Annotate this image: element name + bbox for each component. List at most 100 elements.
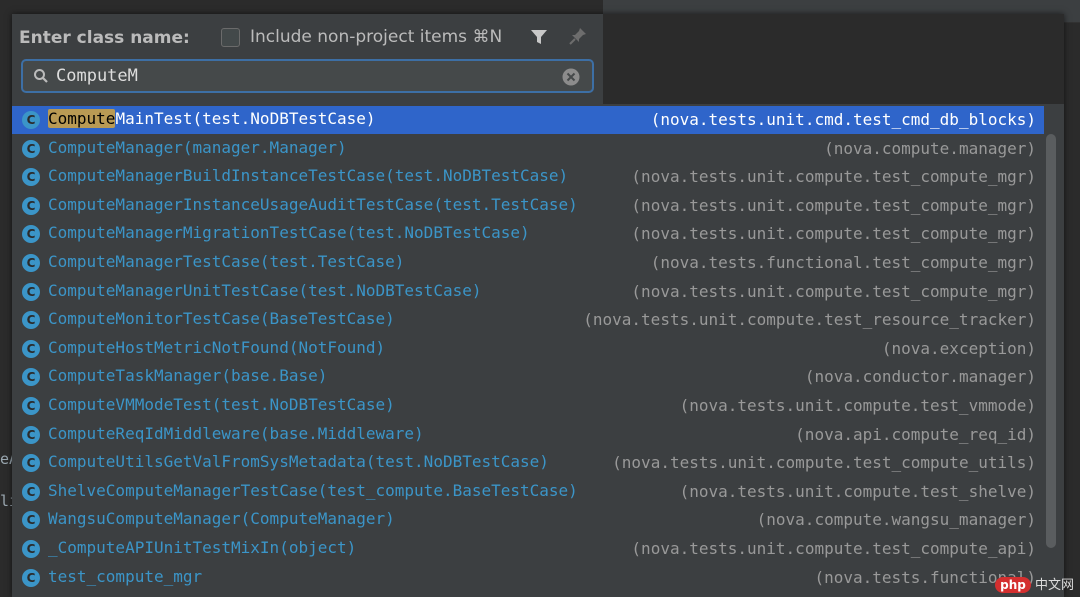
- result-location: (nova.tests.unit.compute.test_compute_mg…: [631, 281, 1036, 301]
- class-icon: C: [22, 482, 40, 501]
- class-icon-letter: C: [26, 284, 36, 299]
- result-row[interactable]: C ComputeHostMetricNotFound(NotFound) (nov…: [12, 335, 1044, 363]
- result-location: (nova.tests.unit.cmd.test_cmd_db_blocks): [650, 110, 1036, 129]
- result-row[interactable]: C ComputeReqIdMiddleware(base.Middleware)…: [12, 421, 1044, 449]
- result-location: (nova.tests.unit.compute.test_compute_mg…: [631, 195, 1036, 215]
- class-icon: C: [22, 397, 40, 415]
- result-class-name: ShelveComputeManagerTestCase(test_comput…: [48, 481, 578, 500]
- result-class-name: WangsuComputeManager(ComputeManager): [48, 509, 395, 528]
- result-class-name: ComputeManager(manager.Manager): [48, 138, 347, 157]
- match-highlight: Compute: [48, 109, 116, 128]
- class-icon-letter: C: [26, 198, 36, 213]
- results-scrollbar[interactable]: [1046, 134, 1056, 548]
- result-location: (nova.tests.unit.compute.test_resource_t…: [583, 310, 1036, 330]
- popup-header: Enter class name: Include non-project it…: [12, 14, 603, 104]
- result-class-name: ComputeReqIdMiddleware(base.Middleware): [48, 424, 424, 443]
- result-class-text: ComputeManagerTestCase(test.TestCase): [48, 252, 405, 271]
- class-results-list: C ComputeMainTest(test.NoDBTestCase) (nova…: [12, 106, 1052, 597]
- result-location: (nova.compute.manager): [824, 138, 1036, 158]
- result-class-text: _ComputeAPIUnitTestMixIn(object): [48, 538, 357, 557]
- result-class-text: ComputeManagerUnitTestCase(test.NoDBTest…: [48, 280, 482, 300]
- result-class-name: ComputeVMModeTest(test.NoDBTestCase): [48, 395, 395, 414]
- result-class-text: MainTest(test.NoDBTestCase): [115, 109, 376, 128]
- class-icon-letter: C: [26, 570, 36, 585]
- result-location: (nova.tests.unit.compute.test_vmmode): [679, 396, 1036, 415]
- class-icon: C: [22, 168, 40, 187]
- result-row[interactable]: C ComputeManagerMigrationTestCase(test.No…: [12, 220, 1044, 248]
- result-class-text: ComputeMonitorTestCase(BaseTestCase): [48, 309, 395, 329]
- class-search-input[interactable]: [56, 66, 556, 86]
- enter-class-name-label: Enter class name:: [19, 28, 190, 48]
- result-class-text: test_compute_mgr: [48, 566, 203, 586]
- result-location: (nova.api.compute_req_id): [795, 424, 1036, 444]
- result-class-name: ComputeManagerBuildInstanceTestCase(test…: [48, 166, 568, 185]
- class-icon: C: [22, 339, 40, 358]
- result-row[interactable]: C ShelveComputeManagerTestCase(test_compu…: [12, 478, 1044, 506]
- result-location: (nova.conductor.manager): [804, 367, 1036, 387]
- class-icon: C: [22, 311, 40, 330]
- class-icon: C: [22, 111, 40, 129]
- clear-search-icon[interactable]: [562, 68, 580, 90]
- include-non-project-label[interactable]: Include non-project items ⌘N: [250, 27, 502, 47]
- class-icon-letter: C: [26, 113, 36, 127]
- result-row[interactable]: C _ComputeAPIUnitTestMixIn(object) (nova.t…: [12, 535, 1044, 563]
- result-row[interactable]: C ComputeTaskManager(base.Base) (nova.cond…: [12, 363, 1044, 391]
- pin-icon[interactable]: [568, 26, 588, 50]
- class-icon-letter: C: [26, 227, 36, 242]
- result-class-text: ShelveComputeManagerTestCase(test_comput…: [48, 480, 578, 500]
- result-location: (nova.tests.unit.compute.test_shelve): [679, 481, 1036, 501]
- result-row[interactable]: Ctest_compute_mgr (nova.tests.functional): [12, 564, 1044, 592]
- result-location: (nova.exception): [881, 338, 1036, 358]
- result-class-text: ComputeManagerBuildInstanceTestCase(test…: [48, 166, 569, 186]
- result-class-text: ComputeManagerMigrationTestCase(test.NoD…: [48, 223, 530, 243]
- result-class-name: ComputeManagerMigrationTestCase(test.NoD…: [48, 223, 530, 242]
- result-row[interactable]: C WangsuComputeManager(ComputeManager) (no…: [12, 506, 1044, 534]
- class-icon: C: [22, 454, 40, 473]
- result-class-name: test_compute_mgr: [48, 567, 202, 586]
- result-class-name: ComputeManagerInstanceUsageAuditTestCase…: [48, 195, 578, 214]
- class-icon: C: [22, 196, 40, 215]
- result-class-text: ComputeReqIdMiddleware(base.Middleware): [48, 423, 424, 443]
- result-row[interactable]: C ComputeMonitorTestCase(BaseTestCase) (no…: [12, 306, 1044, 334]
- class-icon: C: [22, 282, 40, 301]
- result-class-text: ComputeVMModeTest(test.NoDBTestCase): [48, 395, 395, 414]
- class-icon-letter: C: [26, 427, 36, 442]
- class-search-field[interactable]: [21, 59, 594, 93]
- class-icon-letter: C: [26, 170, 36, 185]
- result-class-text: ComputeManager(manager.Manager): [48, 137, 347, 157]
- class-icon-letter: C: [26, 141, 36, 156]
- class-icon: C: [22, 368, 40, 387]
- class-icon: C: [22, 254, 40, 272]
- class-icon: C: [22, 568, 40, 587]
- include-non-project-checkbox[interactable]: [221, 28, 240, 47]
- class-icon-letter: C: [26, 370, 36, 385]
- result-location: (nova.tests.unit.compute.test_compute_mg…: [631, 224, 1036, 244]
- result-row[interactable]: C ComputeManagerUnitTestCase(test.NoDBTes…: [12, 278, 1044, 306]
- result-class-name: _ComputeAPIUnitTestMixIn(object): [48, 538, 356, 557]
- result-class-name: ComputeMonitorTestCase(BaseTestCase): [48, 309, 395, 328]
- result-class-name: ComputeHostMetricNotFound(NotFound): [48, 338, 385, 357]
- result-class-name: ComputeUtilsGetValFromSysMetadata(test.N…: [48, 452, 549, 471]
- filter-icon[interactable]: [530, 28, 548, 50]
- result-class-name: ComputeMainTest(test.NoDBTestCase): [48, 109, 376, 128]
- result-location: (nova.tests.unit.compute.test_compute_mg…: [631, 167, 1036, 187]
- result-row[interactable]: C ComputeManagerInstanceUsageAuditTestCas…: [12, 192, 1044, 220]
- result-row[interactable]: C ComputeManager(manager.Manager) (nova.co…: [12, 135, 1044, 163]
- class-icon-letter: C: [26, 542, 36, 556]
- class-icon: C: [22, 425, 40, 444]
- result-class-name: ComputeManagerTestCase(test.TestCase): [48, 252, 404, 271]
- class-icon: C: [22, 540, 40, 558]
- result-row[interactable]: C ComputeUtilsGetValFromSysMetadata(test.…: [12, 449, 1044, 477]
- watermark: php 中文网: [995, 574, 1074, 593]
- result-row[interactable]: C ComputeMainTest(test.NoDBTestCase) (nova…: [12, 106, 1044, 134]
- result-row[interactable]: C ComputeManagerBuildInstanceTestCase(tes…: [12, 163, 1044, 191]
- result-class-text: ComputeHostMetricNotFound(NotFound): [48, 337, 386, 357]
- goto-class-popup: Enter class name: Include non-project it…: [12, 14, 1064, 597]
- class-icon-letter: C: [26, 513, 36, 528]
- class-icon: C: [22, 225, 40, 244]
- class-icon-letter: C: [26, 341, 36, 356]
- result-row[interactable]: C ComputeManagerTestCase(test.TestCase) (n…: [12, 249, 1044, 277]
- result-class-text: ComputeManagerInstanceUsageAuditTestCase…: [48, 194, 578, 214]
- result-row[interactable]: C ComputeVMModeTest(test.NoDBTestCase) (no…: [12, 392, 1044, 420]
- class-icon: C: [22, 139, 40, 158]
